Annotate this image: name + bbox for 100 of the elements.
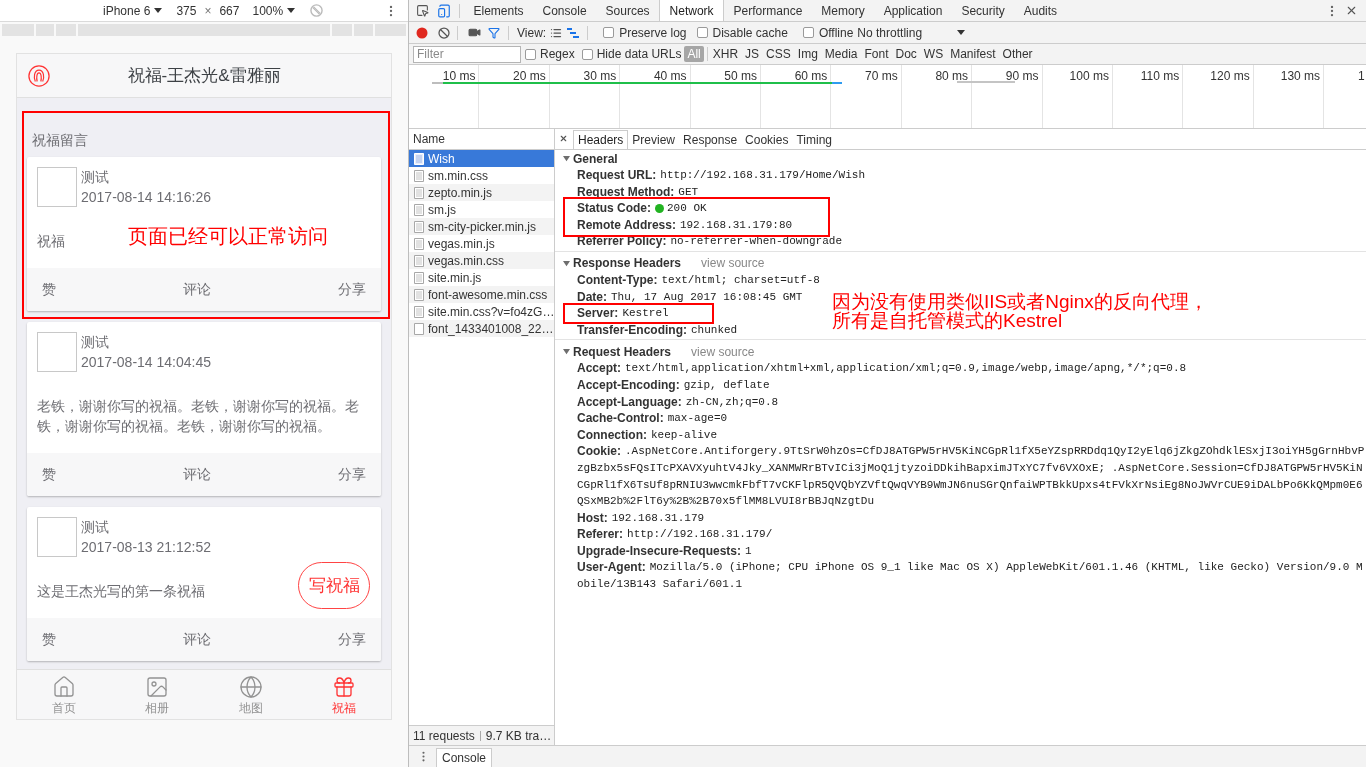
type-filter[interactable]: Manifest — [947, 46, 999, 62]
close-icon[interactable] — [1345, 4, 1358, 17]
record-icon[interactable] — [416, 26, 428, 39]
checkbox-label[interactable]: Hide data URLs — [596, 45, 682, 63]
share-button[interactable]: 分享 — [338, 629, 366, 650]
comment-button[interactable]: 评论 — [183, 279, 211, 300]
inspect-icon[interactable] — [416, 4, 429, 17]
author-name: 测试 — [81, 168, 109, 187]
detail-tab[interactable]: Timing — [792, 130, 836, 149]
width-field[interactable]: 375 — [176, 1, 197, 20]
type-filter[interactable]: Img — [794, 46, 821, 62]
time-tick-label: 60 ms — [794, 69, 828, 83]
view-source-link[interactable]: view source — [691, 342, 755, 361]
clear-icon[interactable] — [438, 26, 450, 39]
panel-tab[interactable]: Performance — [724, 0, 812, 21]
header-value: 200 OK — [667, 202, 707, 215]
view-source-link[interactable]: view source — [701, 254, 765, 273]
section-toggle[interactable]: Response Headers — [563, 254, 682, 273]
section-label: 祝福留言 — [31, 131, 88, 150]
type-filter[interactable]: Other — [999, 46, 1036, 62]
panel-tab[interactable]: Sources — [596, 0, 660, 21]
comment-button[interactable]: 评论 — [183, 464, 211, 485]
filter-icon[interactable] — [488, 26, 500, 39]
header-row: Accept-Language: zh-CN,zh;q=0.8 — [577, 393, 779, 411]
share-button[interactable]: 分享 — [338, 464, 366, 485]
height-field[interactable]: 667 — [219, 1, 240, 20]
panel-tab[interactable]: Elements — [464, 0, 534, 21]
panel-tab[interactable]: Application — [874, 0, 952, 21]
checkbox-label[interactable]: Offline — [818, 23, 854, 42]
column-header[interactable]: Name — [413, 130, 445, 148]
section-toggle[interactable]: General — [563, 150, 618, 168]
type-filter[interactable]: Media — [821, 46, 861, 62]
type-filter[interactable]: CSS — [763, 46, 794, 62]
page-title: 祝福-王杰光&雷雅丽 — [126, 64, 282, 87]
panel-tab[interactable]: Network — [659, 0, 725, 21]
file-icon — [414, 271, 424, 284]
time-tick-label: 100 ms — [1069, 69, 1109, 83]
like-button[interactable]: 赞 — [42, 279, 56, 300]
type-filter[interactable]: WS — [920, 46, 947, 62]
detail-tab[interactable]: Cookies — [741, 130, 793, 149]
header-row: Remote Address: 192.168.31.179:80 — [577, 216, 793, 234]
avatar-placeholder — [37, 517, 77, 557]
throttling-dropdown[interactable]: No throttling — [857, 23, 966, 42]
checkbox[interactable] — [525, 48, 536, 60]
panel-tab[interactable]: Console — [533, 0, 597, 21]
author-name: 测试 — [81, 333, 109, 352]
device-mode-icon[interactable] — [437, 3, 451, 18]
comment-button[interactable]: 评论 — [183, 629, 211, 650]
times-sign: × — [204, 2, 212, 20]
header-row: Cookie: .AspNetCore.Antiforgery.9TtSrW0hzOs=CfDJ8ATGPW5rHV5KiNCGpRl1fX5eYZspRRDdq1QyI2yElq6jZkgZOhdklESxjI3oiYH5gGrnHbvPzgBzbx5sFQsITcPXAVXyuhtV4Jky_XANMWRrBTvICi3jMoQ1jtyzoiDDkihBapximJTxYC7fv6VXOxE; .AspNetCore.Session=CfDJ8ATGPW5rHV5KiNCGpRl1fX6TsUf8pRNIU3wwcmkFbfT7vCKFlpR5QVQbYZVftQwqVYB9WmJN6nuSGrQnfaiWPTBkkUpxs4tFVkXrNsiEg8NoJWVrCUE9iDALbPo6KkQMpm0E6QSxMB2b%2FlT6y%2B%2B70x5flMM8LVUI8rBBJqNzgtDu — [577, 443, 1366, 510]
circle-slash-icon[interactable] — [310, 4, 324, 17]
panel-tab[interactable]: Audits — [1014, 0, 1067, 21]
checkbox[interactable] — [696, 27, 708, 38]
time-tick-label: 130 ms — [1280, 69, 1321, 83]
detail-tab[interactable]: Preview — [628, 130, 680, 149]
drawer-tab[interactable]: Console — [436, 748, 493, 767]
panel-tab[interactable]: Memory — [811, 0, 875, 21]
like-button[interactable]: 赞 — [42, 464, 56, 485]
detail-tab[interactable]: Response — [679, 130, 742, 149]
share-button[interactable]: 分享 — [338, 279, 366, 300]
request-row[interactable]: font-awesome.min.css — [409, 286, 554, 303]
detail-tab[interactable]: Headers — [573, 130, 629, 149]
caret-icon — [957, 30, 966, 35]
close-icon[interactable] — [559, 134, 568, 143]
file-icon — [414, 152, 424, 165]
globe-icon — [238, 675, 263, 699]
type-filter[interactable]: Font — [861, 46, 892, 62]
type-filter[interactable]: Doc — [892, 46, 920, 62]
post-time: 2017-08-14 14:04:45 — [81, 353, 211, 372]
request-row[interactable]: sm-city-picker.min.js — [409, 218, 554, 235]
checkbox-label[interactable]: Preserve log — [619, 23, 687, 42]
request-row[interactable]: font_1433401008_22… — [409, 320, 554, 337]
video-camera-icon[interactable] — [468, 26, 481, 39]
type-filter[interactable]: JS — [742, 46, 763, 62]
type-filter[interactable]: XHR — [709, 46, 742, 62]
annotation-text: 页面已经可以正常访问 — [128, 225, 328, 247]
checkbox-label[interactable]: Disable cache — [712, 23, 788, 42]
file-icon — [414, 288, 424, 301]
home-icon — [51, 675, 76, 699]
checkbox[interactable] — [802, 27, 814, 38]
like-button[interactable]: 赞 — [42, 629, 56, 650]
file-icon — [414, 237, 424, 250]
header-row: Server: Kestrel — [577, 305, 669, 322]
filter-field[interactable]: Filter — [413, 45, 521, 63]
request-row[interactable]: Wish — [409, 150, 554, 167]
request-row[interactable]: zepto.min.js — [409, 184, 554, 201]
waterfall-view-icon[interactable] — [567, 27, 580, 38]
panel-tab[interactable]: Security — [951, 0, 1015, 21]
avatar-placeholder — [37, 332, 77, 372]
zoom-dropdown[interactable]: 100% — [252, 1, 296, 20]
file-icon — [414, 203, 424, 216]
post-text: 老铁，谢谢你写的祝福。老铁，谢谢你写的祝福。老铁，谢谢你写的祝福。老铁，谢谢你写的祝福。 — [37, 397, 360, 436]
device-dropdown[interactable]: iPhone 6 — [103, 1, 163, 20]
annotation-text: 因为没有使用类似IIS或者Nginx的反向代理， 所有是自托管模式的Kestrel — [832, 292, 1208, 330]
checkbox-label[interactable]: Regex — [540, 45, 575, 63]
checkbox[interactable] — [603, 27, 615, 38]
checkbox[interactable] — [581, 48, 593, 60]
section-toggle[interactable]: Request Headers — [563, 342, 672, 361]
request-row[interactable]: vegas.min.css — [409, 252, 554, 269]
list-view-icon[interactable] — [550, 26, 563, 39]
